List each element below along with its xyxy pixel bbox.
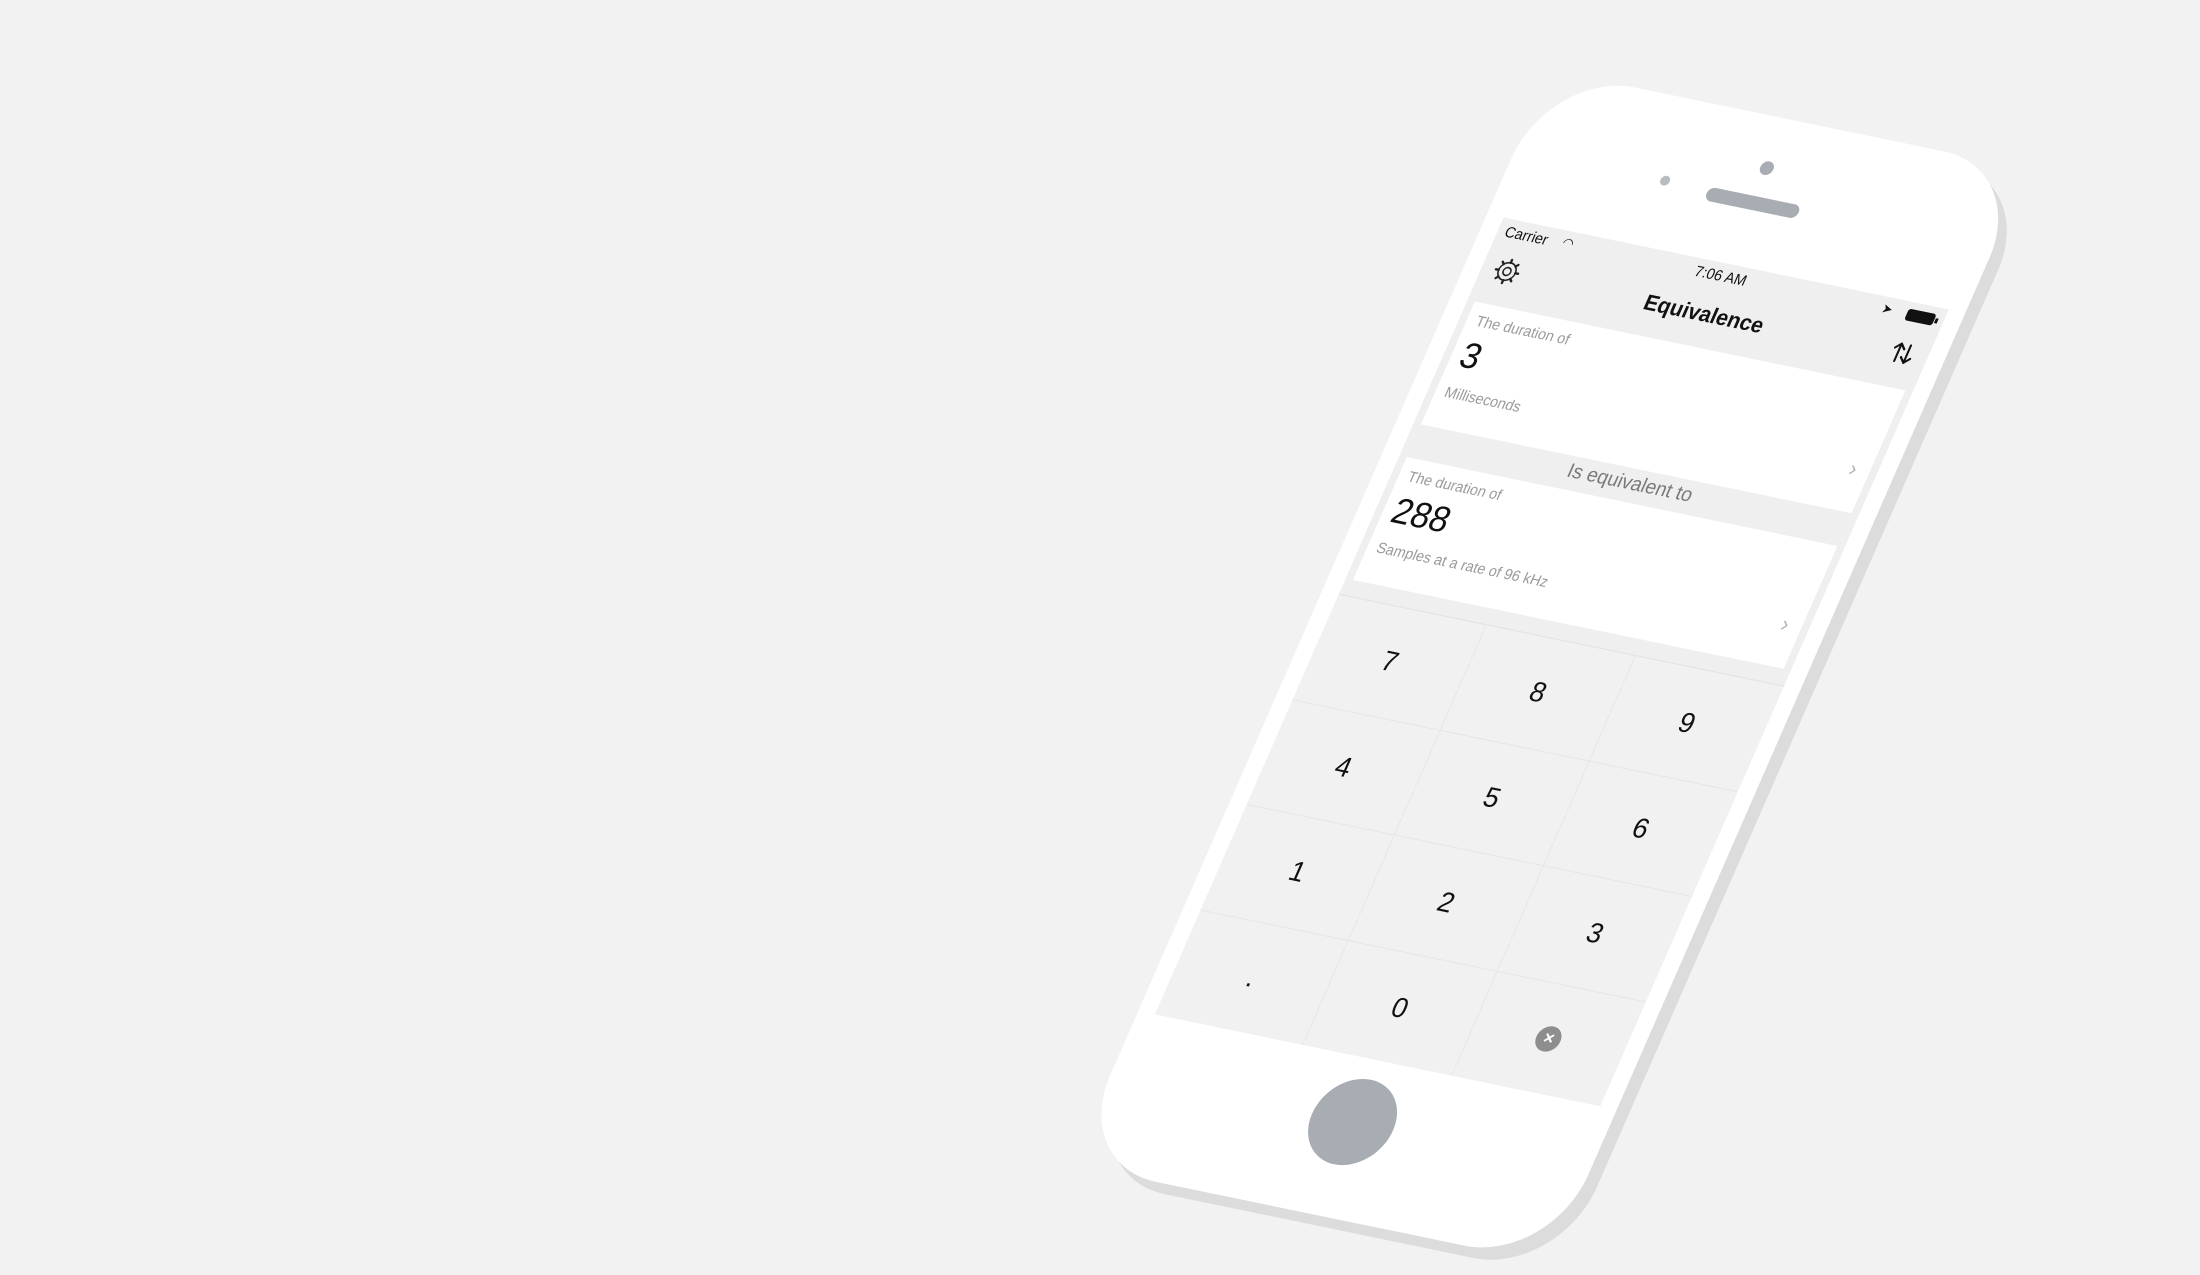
phone-body: Carrier ◠ 7:06 AM ➤ Equivalence The dura… [1071,70,2029,1264]
app-screen: Carrier ◠ 7:06 AM ➤ Equivalence The dura… [1154,217,1949,1107]
source-unit: Milliseconds [1441,384,1524,416]
home-button[interactable] [1293,1071,1412,1173]
chevron-right-icon: › [1844,455,1863,481]
source-caption: The duration of [1472,313,1573,349]
target-value: 288 [1385,489,1458,541]
chevron-right-icon: › [1776,611,1795,637]
delete-icon: × [1531,1023,1567,1054]
phone-mockup: Carrier ◠ 7:06 AM ➤ Equivalence The dura… [1067,70,2038,1275]
source-value: 3 [1453,334,1489,378]
target-unit: Samples at a rate of 96 kHz [1373,539,1551,592]
earpiece-speaker [1703,186,1802,220]
numeric-keypad: 7 8 9 4 5 6 1 2 3 . 0 × [1154,593,1785,1107]
background: Carrier ◠ 7:06 AM ➤ Equivalence The dura… [0,0,2200,1275]
front-camera [1757,160,1777,177]
proximity-sensor [1658,174,1672,187]
